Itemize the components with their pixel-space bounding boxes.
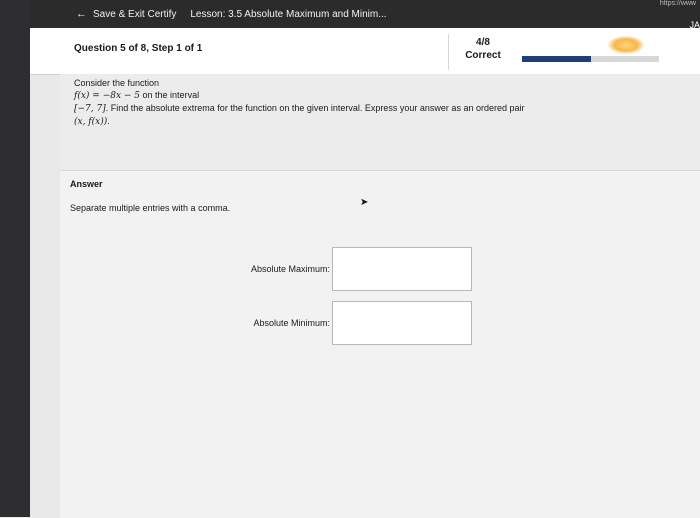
absolute-minimum-input[interactable] [332, 301, 472, 345]
absolute-minimum-label: Absolute Minimum: [253, 318, 330, 328]
question-intro: Consider the function [74, 78, 160, 88]
absolute-maximum-label: Absolute Maximum: [250, 264, 330, 274]
screen-bezel [0, 0, 30, 517]
question-interval-line: [−7, 7]. Find the absolute extrema for t… [74, 102, 686, 115]
top-bar: ← Save & Exit Certify Lesson: 3.5 Absolu… [30, 0, 700, 30]
save-exit-button[interactable]: ← Save & Exit Certify [76, 8, 176, 20]
light-glare [608, 36, 644, 54]
score-value: 4/8 [476, 37, 490, 48]
save-exit-label: Save & Exit Certify [93, 8, 177, 20]
question-function-line: f(x) = −8x − 5 on the interval [74, 89, 686, 102]
pair-suffix: . [107, 116, 110, 126]
mouse-cursor-icon: ➤ [360, 197, 369, 208]
absolute-maximum-input[interactable] [332, 247, 472, 291]
instruction-text: . Find the absolute extrema for the func… [105, 103, 525, 113]
answer-hint: Separate multiple entries with a comma. [70, 203, 231, 213]
url-fragment: https://www [659, 0, 696, 7]
answer-title: Answer [70, 179, 103, 189]
progress-bar [522, 56, 659, 62]
score-label: Correct [465, 50, 501, 61]
interval-expression: [−7, 7] [74, 104, 106, 114]
lesson-title: Lesson: 3.5 Absolute Maximum and Minim..… [190, 8, 387, 20]
absolute-maximum-row: Absolute Maximum: [246, 247, 472, 291]
answer-panel: Answer Separate multiple entries with a … [60, 170, 700, 518]
ordered-pair: (x, f(x)) [74, 117, 108, 127]
question-pair-line: (x, f(x)). [74, 115, 686, 128]
question-panel: Consider the function f(x) = −8x − 5 on … [60, 74, 700, 170]
function-expression: f(x) = −8x − 5 [74, 91, 141, 101]
score-display: 4/8 Correct [460, 36, 506, 62]
function-line-suffix: on the interval [140, 90, 200, 100]
header-divider [448, 34, 449, 70]
absolute-minimum-row: Absolute Minimum: [246, 301, 472, 345]
question-info: Question 5 of 8, Step 1 of 1 [74, 43, 203, 54]
back-arrow-icon: ← [76, 8, 87, 20]
progress-fill [522, 56, 591, 62]
question-header: Question 5 of 8, Step 1 of 1 4/8 Correct [30, 28, 700, 75]
